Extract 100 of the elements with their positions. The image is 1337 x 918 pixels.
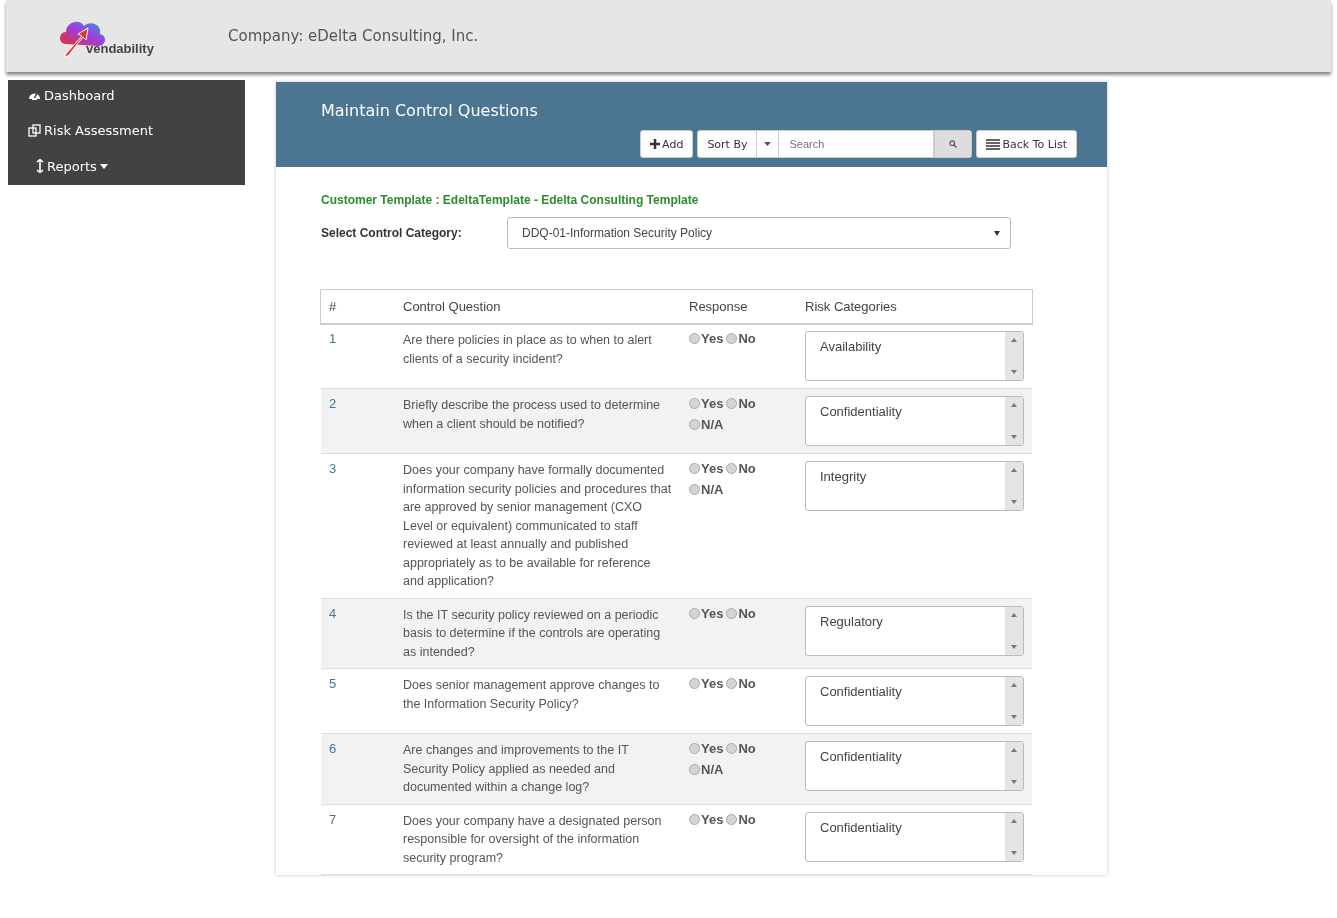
option-label: Yes	[701, 676, 724, 691]
risk-category-field[interactable]: Confidentiality	[805, 396, 1024, 446]
scrollbar[interactable]	[1005, 332, 1023, 380]
row-number: 7	[321, 804, 387, 875]
caret-icon	[994, 230, 1000, 236]
option-label: No	[738, 396, 756, 411]
option-label: Yes	[701, 461, 724, 476]
option-label: No	[738, 461, 756, 476]
radio-button[interactable]	[726, 813, 738, 825]
scroll-down-icon[interactable]	[1011, 370, 1017, 374]
risk-category-field[interactable]: Confidentiality	[805, 676, 1024, 726]
risk-category-field[interactable]: Integrity	[805, 461, 1024, 511]
radio-button[interactable]	[689, 743, 700, 754]
option-label: Yes	[701, 741, 724, 756]
scrollbar[interactable]	[1005, 397, 1023, 445]
copy-icon	[28, 124, 41, 137]
column-header: Response	[681, 289, 797, 324]
scroll-down-icon[interactable]	[1011, 780, 1017, 784]
sidebar-item[interactable]: Risk Assessment	[8, 115, 245, 146]
option-label: No	[738, 605, 756, 621]
radio-button[interactable]	[689, 484, 700, 495]
radio-button[interactable]	[689, 607, 700, 619]
add-button[interactable]: Add	[640, 130, 694, 158]
scrollbar[interactable]	[1005, 812, 1023, 861]
scrollbar[interactable]	[1005, 462, 1023, 510]
scroll-up-icon[interactable]	[1011, 468, 1017, 472]
company-name: Company: eDelta Consulting, Inc.	[228, 27, 479, 45]
row-number: 1	[321, 323, 387, 389]
scroll-up-icon[interactable]	[1011, 748, 1017, 752]
radio-button[interactable]	[726, 678, 738, 689]
plus-icon	[650, 139, 661, 149]
option-label: No	[738, 741, 756, 756]
question-cell: Does senior management approve changes to the Information Security Policy?	[387, 668, 681, 734]
option-label: Yes	[701, 811, 724, 827]
radio-button[interactable]	[726, 463, 738, 474]
radio-button[interactable]	[689, 678, 700, 689]
radio-button[interactable]	[689, 813, 700, 825]
question-cell: Does your company have a designated person responsible for oversight of the information security program?	[387, 804, 681, 875]
question-cell: Are changes and improvements to the IT Security Policy applied as needed and documented within a change log?	[387, 733, 681, 804]
option-label: N/A	[701, 482, 724, 497]
template-title: Customer Template : EdeltaTemplate - Edelta Consulting Template	[321, 193, 700, 207]
row-number: 2	[321, 388, 387, 454]
search-button[interactable]	[934, 130, 973, 158]
scroll-up-icon[interactable]	[1011, 612, 1017, 617]
scrollbar[interactable]	[1005, 677, 1023, 725]
sidebar-item[interactable]: Dashboard	[8, 80, 245, 110]
column-header: #	[321, 289, 387, 324]
scroll-up-icon[interactable]	[1011, 818, 1017, 823]
scrollbar[interactable]	[1005, 606, 1023, 655]
scroll-down-icon[interactable]	[1011, 500, 1017, 504]
search-icon	[949, 140, 958, 148]
scroll-up-icon[interactable]	[1011, 338, 1017, 342]
row-number: 5	[321, 668, 387, 734]
dropdown-button[interactable]	[757, 130, 780, 158]
radio-button[interactable]	[689, 419, 700, 430]
question-cell: Does your company have formally documented information security policies and procedures that are approved by senior management (CXO Level or equivalent) communicated to staff reviewed at least annually and published appropriately as to be available for reference and application?	[387, 453, 681, 598]
scroll-up-icon[interactable]	[1011, 403, 1017, 407]
sort-icon	[36, 159, 44, 173]
back-to-list-button[interactable]: Back To List	[976, 130, 1077, 158]
row-number: 3	[321, 453, 387, 598]
option-label: No	[738, 811, 756, 827]
scroll-down-icon[interactable]	[1011, 435, 1017, 439]
option-label: No	[738, 331, 756, 346]
risk-category-field[interactable]: Confidentiality	[805, 811, 1024, 862]
panel-title: Maintain Control Questions	[321, 101, 538, 120]
radio-button[interactable]	[726, 398, 738, 409]
category-label: Select Control Category:	[321, 226, 463, 240]
question-cell: Are there policies in place as to when to alert clients of a security incident?	[387, 323, 681, 389]
radio-button[interactable]	[689, 398, 700, 409]
scroll-down-icon[interactable]	[1011, 850, 1017, 855]
sort-button[interactable]: Sort By	[697, 130, 758, 158]
option-label: Yes	[701, 605, 724, 621]
radio-button[interactable]	[689, 463, 700, 474]
radio-button[interactable]	[726, 333, 738, 344]
question-cell: Briefly describe the process used to determine when a client should be notified?	[387, 388, 681, 454]
list-icon	[986, 138, 1001, 150]
search-field[interactable]: Search	[779, 130, 935, 158]
option-label: Yes	[701, 331, 724, 346]
caret-icon	[99, 163, 108, 169]
question-cell: Is the IT security policy reviewed on a periodic basis to determine if the controls are operating as intended?	[387, 598, 681, 669]
category-select[interactable]: DDQ-01-Information Security Policy	[507, 217, 1011, 249]
risk-category-field[interactable]: Confidentiality	[805, 741, 1024, 791]
scroll-up-icon[interactable]	[1011, 683, 1017, 687]
caret-icon	[764, 142, 772, 146]
row-number: 4	[321, 598, 387, 669]
risk-category-field[interactable]: Regulatory	[805, 605, 1024, 656]
sidebar-item[interactable]: Reports	[8, 151, 245, 181]
option-label: No	[738, 676, 756, 691]
column-header: Risk Categories	[797, 289, 1032, 324]
option-label: N/A	[701, 762, 724, 777]
logo-text: vendability	[86, 41, 154, 56]
radio-button[interactable]	[726, 607, 738, 619]
risk-category-field[interactable]: Availability	[805, 331, 1024, 381]
radio-button[interactable]	[689, 764, 700, 775]
scroll-down-icon[interactable]	[1011, 715, 1017, 719]
scrollbar[interactable]	[1005, 742, 1023, 790]
radio-button[interactable]	[726, 743, 738, 754]
column-header: Control Question	[387, 289, 681, 324]
scroll-down-icon[interactable]	[1011, 644, 1017, 649]
radio-button[interactable]	[689, 333, 700, 344]
